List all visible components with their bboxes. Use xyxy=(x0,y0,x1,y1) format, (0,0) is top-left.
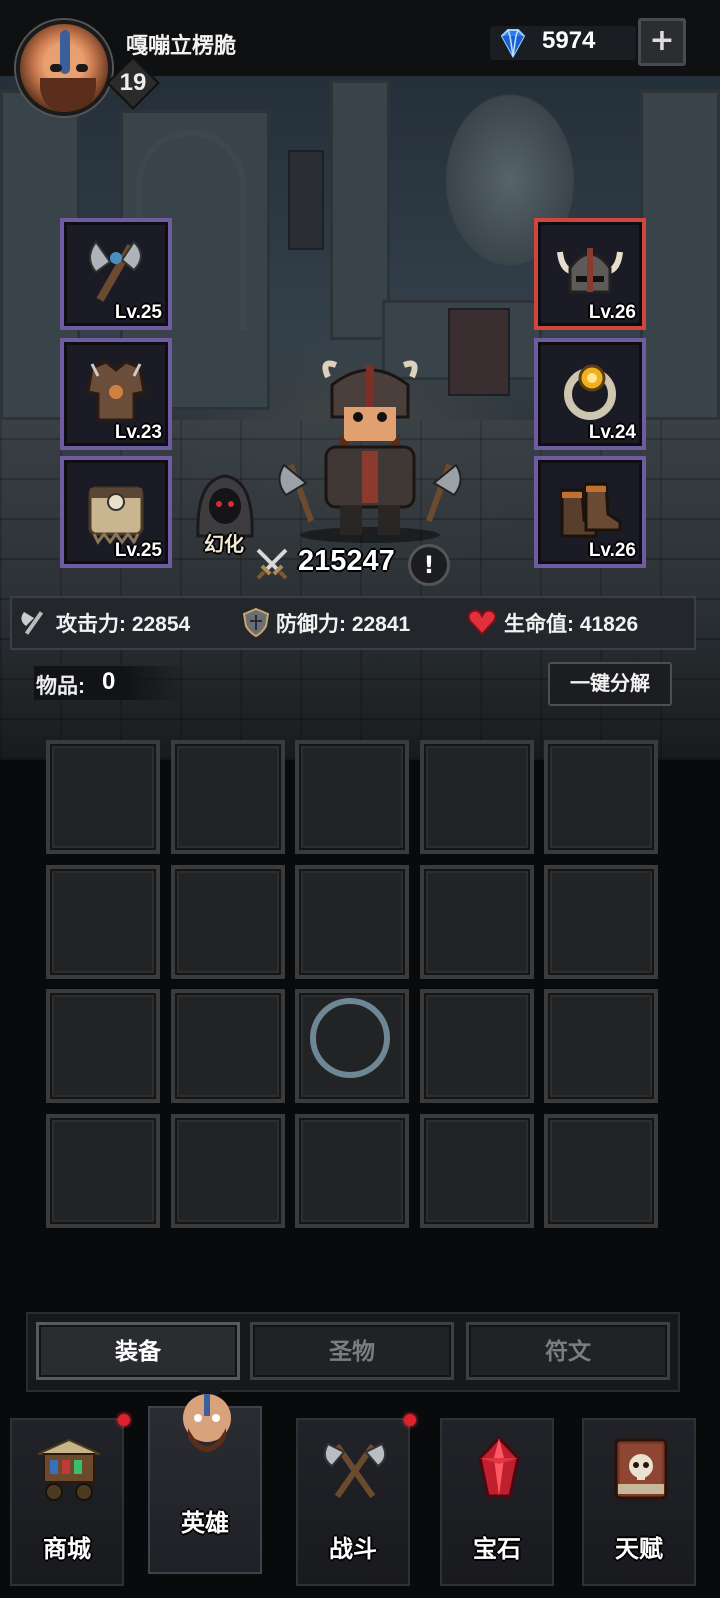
skull-book-icon xyxy=(614,1438,668,1500)
tab-relics[interactable]: 圣物 xyxy=(250,1322,454,1380)
nav-label: 宝石 xyxy=(473,1536,521,1563)
inventory-slot[interactable] xyxy=(544,865,658,979)
inventory-slot[interactable] xyxy=(420,740,534,854)
shield-icon xyxy=(242,607,270,638)
ruin-pillar xyxy=(330,80,390,340)
nav-label: 英雄 xyxy=(181,1510,229,1537)
equip-slot-belt[interactable]: Lv.25 xyxy=(60,456,172,568)
hp-stat: 生命值: 41826 xyxy=(504,613,639,636)
hero-character xyxy=(278,360,462,543)
hero-portrait-icon xyxy=(183,1394,231,1452)
tab-runes[interactable]: 符文 xyxy=(466,1322,670,1380)
inventory-slot[interactable] xyxy=(295,740,409,854)
equip-slot-armor[interactable]: Lv.23 xyxy=(60,338,172,450)
heart-icon xyxy=(467,609,497,636)
inventory-slot[interactable] xyxy=(46,1114,160,1228)
player-level: 19 xyxy=(119,69,147,96)
nav-shop[interactable]: 商城 xyxy=(10,1418,124,1586)
nav-battle[interactable]: 战斗 xyxy=(296,1418,410,1586)
diamond-gem-icon xyxy=(500,29,526,59)
inventory-slot[interactable] xyxy=(544,740,658,854)
red-crystal-icon xyxy=(478,1435,520,1498)
boots-icon xyxy=(560,482,622,538)
chest-armor-icon xyxy=(86,360,146,422)
player-avatar[interactable] xyxy=(16,20,112,116)
inventory-slot[interactable] xyxy=(46,989,160,1103)
fur-belt-icon xyxy=(88,486,144,545)
crossed-axes-icon xyxy=(323,1442,387,1499)
equip-level: Lv.24 xyxy=(588,422,636,443)
tab-equipment[interactable]: 装备 xyxy=(36,1322,240,1380)
equip-level: Lv.26 xyxy=(588,540,636,561)
nav-label: 战斗 xyxy=(329,1536,377,1563)
inventory-slot[interactable] xyxy=(544,989,658,1103)
inventory-slot[interactable] xyxy=(171,740,285,854)
equip-slot-boots[interactable]: Lv.26 xyxy=(534,456,646,568)
player-name: 嘎嘣立楞脆 xyxy=(126,33,237,58)
add-gems-button[interactable]: + xyxy=(638,18,686,66)
inventory-slot[interactable] xyxy=(420,1114,534,1228)
nav-label: 商城 xyxy=(43,1536,91,1563)
inventory-slot[interactable] xyxy=(46,865,160,979)
ring-icon xyxy=(564,364,616,420)
horned-helmet-icon xyxy=(557,248,623,294)
nav-hero[interactable]: 英雄 xyxy=(148,1394,262,1574)
battle-axe-icon xyxy=(89,240,142,302)
equip-level: Lv.23 xyxy=(114,422,162,443)
ruin-wall-right xyxy=(640,90,720,420)
inventory-slot[interactable] xyxy=(295,865,409,979)
battle-notification-dot xyxy=(404,1414,416,1426)
banner-left xyxy=(288,150,324,250)
nav-talent[interactable]: 天赋 xyxy=(582,1418,696,1586)
equip-level: Lv.25 xyxy=(114,540,162,561)
items-label: 物品: xyxy=(36,675,85,698)
inventory-slot[interactable] xyxy=(420,989,534,1103)
shop-notification-dot xyxy=(118,1414,130,1426)
equip-level: Lv.26 xyxy=(588,302,636,323)
gem-count: 5974 xyxy=(542,27,596,54)
inventory-slot[interactable] xyxy=(171,1114,285,1228)
combat-power: 215247 xyxy=(298,545,395,577)
inventory-slot[interactable] xyxy=(171,865,285,979)
nav-gems[interactable]: 宝石 xyxy=(440,1418,554,1586)
nav-label: 天赋 xyxy=(615,1536,663,1563)
dismantle-all-button[interactable]: 一键分解 xyxy=(548,662,672,706)
power-info-button[interactable]: ! xyxy=(408,544,450,586)
inventory-slot[interactable] xyxy=(544,1114,658,1228)
equip-slot-weapon[interactable]: Lv.25 xyxy=(60,218,172,330)
equip-slot-ring[interactable]: Lv.24 xyxy=(534,338,646,450)
inventory-slot[interactable] xyxy=(171,989,285,1103)
inventory-slot[interactable] xyxy=(46,740,160,854)
transform-label[interactable]: 幻化 xyxy=(204,528,244,557)
defense-stat: 防御力: 22841 xyxy=(276,613,411,636)
loading-spinner xyxy=(310,998,390,1078)
equip-level: Lv.25 xyxy=(114,302,162,323)
equip-slot-helmet[interactable]: Lv.26 xyxy=(534,218,646,330)
inventory-slot[interactable] xyxy=(295,1114,409,1228)
attack-stat: 攻击力: 22854 xyxy=(56,613,191,636)
shop-cart-icon xyxy=(37,1438,101,1501)
crossed-swords-icon xyxy=(256,548,288,580)
items-count: 0 xyxy=(102,668,116,695)
inventory-slot[interactable] xyxy=(420,865,534,979)
axe-icon xyxy=(21,611,44,635)
